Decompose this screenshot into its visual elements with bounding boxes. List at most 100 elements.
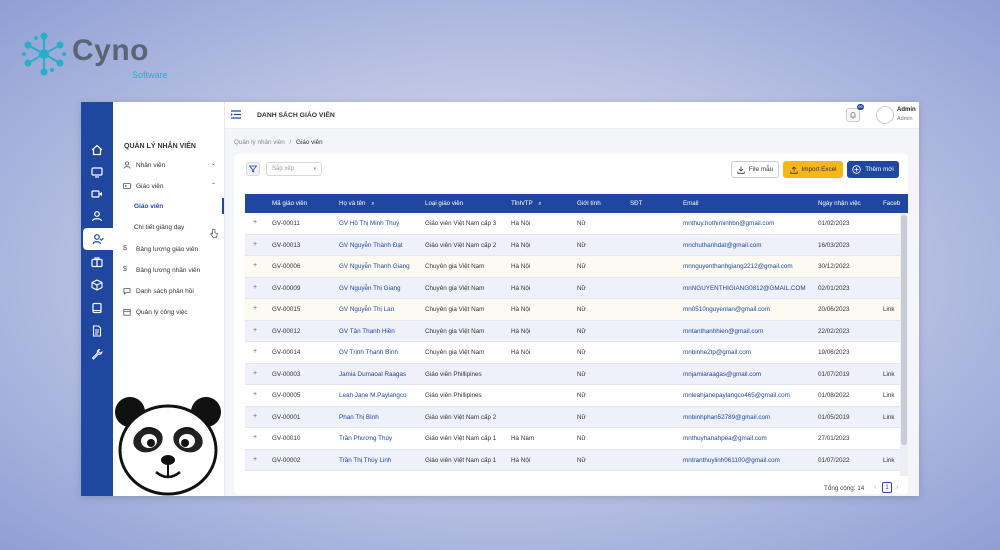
col-header-email[interactable]: Email	[683, 200, 698, 207]
cell-name[interactable]: GV Tân Thanh Hiền	[339, 328, 395, 335]
table-row[interactable]: + GV-00015 GV Nguyễn Thị Lan Chuyên gia Việ…	[245, 299, 908, 321]
col-header-name[interactable]: Họ và tên ⌕	[339, 200, 375, 208]
avatar[interactable]	[876, 106, 894, 124]
sort-select[interactable]: Sắp xếp ▾	[266, 162, 322, 176]
user-icon[interactable]	[87, 206, 107, 226]
breadcrumb-parent[interactable]: Quản lý nhân viên	[234, 139, 285, 146]
sidebar-subitem-giao-vien[interactable]: Giáo viên	[134, 203, 163, 210]
cell-name[interactable]: Jamia Dumaoal Raagas	[339, 371, 406, 378]
table-row[interactable]: + GV-00011 GV Hồ Thị Minh Thuý Giáo viên Vi…	[245, 213, 908, 235]
expand-row-icon[interactable]: +	[253, 348, 257, 355]
expand-row-icon[interactable]: +	[253, 327, 257, 334]
cell-email[interactable]: mnthuyhanahpea@gmail.com	[683, 435, 767, 442]
col-header-start-date[interactable]: Ngày nhận việc	[818, 200, 861, 207]
expand-row-icon[interactable]: +	[253, 370, 257, 377]
cell-name[interactable]: Phan Thị Bình	[339, 414, 379, 421]
cell-email[interactable]: mnchuthanhdat@gmail.com	[683, 242, 762, 249]
table-row[interactable]: + GV-00003 Jamia Dumaoal Raagas Giáo viên P…	[245, 363, 908, 385]
col-header-type[interactable]: Loại giáo viên	[425, 200, 463, 207]
cell-email[interactable]: mnjamiaraagas@gmail.com	[683, 371, 761, 378]
cell-name[interactable]: GV Hồ Thị Minh Thuý	[339, 220, 399, 227]
sidebar-item-quan-ly-cong-viec[interactable]: Quản lý công việc	[123, 308, 188, 316]
cell-fb[interactable]: Link	[883, 306, 895, 313]
chevron-up-icon[interactable]: ⌃	[211, 182, 216, 189]
expand-row-icon[interactable]: +	[253, 434, 257, 441]
expand-row-icon[interactable]: +	[253, 391, 257, 398]
cell-email[interactable]: mnthuy.hothiminhbn@gmail.com	[683, 220, 774, 227]
filter-button[interactable]	[246, 162, 260, 176]
col-header-phone[interactable]: SĐT	[630, 200, 642, 207]
wrench-icon[interactable]	[87, 344, 107, 364]
sidebar-item-nhan-vien[interactable]: Nhân viên	[123, 161, 223, 169]
col-header-facebook[interactable]: Faceb	[883, 200, 900, 207]
table-row[interactable]: + GV-00002 Trần Thị Thùy Linh Giáo viên Việ…	[245, 449, 908, 471]
chevron-down-icon[interactable]: ⌄	[211, 160, 216, 167]
cell-code: GV-00001	[272, 413, 301, 421]
vertical-scrollbar[interactable]	[900, 213, 908, 476]
expand-row-icon[interactable]: +	[253, 413, 257, 420]
cell-name[interactable]: GV Nguyễn Thị Giang	[339, 285, 401, 292]
notification-button[interactable]	[846, 108, 860, 122]
table-row[interactable]: + GV-00012 GV Tân Thanh Hiền Chuyên gia Việ…	[245, 320, 908, 342]
book-icon[interactable]	[87, 298, 107, 318]
cell-fb[interactable]: Link	[883, 392, 895, 399]
cell-email[interactable]: mntanthanhhien@gmail.com	[683, 328, 763, 335]
table-row[interactable]: + GV-00013 GV Nguyễn Thành Đạt Giáo viên Vi…	[245, 234, 908, 256]
monitor-icon[interactable]	[87, 162, 107, 182]
file-template-button[interactable]: File mẫu	[731, 161, 779, 178]
cell-name[interactable]: Leah Jane M.Paylangco	[339, 392, 407, 399]
briefcase-icon[interactable]	[87, 252, 107, 272]
table-row[interactable]: + GV-00001 Phan Thị Bình Giáo viên Việt Nam…	[245, 406, 908, 428]
add-new-button[interactable]: Thêm mới	[847, 161, 899, 178]
expand-row-icon[interactable]: +	[253, 241, 257, 248]
sidebar-item-danh-sach-phan-hoi[interactable]: Danh sách phản hồi	[123, 287, 194, 295]
prev-page-button[interactable]: ‹	[874, 484, 876, 491]
cell-name[interactable]: GV Nguyễn Thanh Giang	[339, 263, 410, 270]
cell-fb[interactable]: Link	[883, 414, 895, 421]
sidebar-subitem-chi-tiet-giang-day[interactable]: Chi tiết giảng dạy	[134, 224, 184, 231]
table-row[interactable]: + GV-00005 Leah Jane M.Paylangco Giáo viên …	[245, 385, 908, 407]
table-row[interactable]: + GV-00014 GV Trịnh Thanh Bình Chuyên gia V…	[245, 342, 908, 364]
expand-row-icon[interactable]: +	[253, 305, 257, 312]
table-row[interactable]: + GV-00010 Trần Phương Thúy Giáo viên Việt …	[245, 428, 908, 450]
scrollbar-thumb[interactable]	[901, 215, 907, 445]
box-icon[interactable]	[87, 275, 107, 295]
col-header-code[interactable]: Mã giáo viên	[272, 200, 307, 207]
col-header-gender[interactable]: Giới tính	[577, 200, 601, 207]
cell-name[interactable]: GV Trịnh Thanh Bình	[339, 349, 398, 356]
cell-fb[interactable]: Link	[883, 371, 895, 378]
cell-email[interactable]: mnNGUYENTHIGIANG0812@GMAIL.COM	[683, 285, 806, 292]
expand-row-icon[interactable]: +	[253, 262, 257, 269]
document-icon[interactable]	[87, 321, 107, 341]
col-header-city[interactable]: Tỉnh/TP ⌕	[511, 200, 542, 208]
cell-email[interactable]: mnnguyenthanhgiang2212@gmail.com	[683, 263, 793, 270]
cell-name[interactable]: Trần Thị Thùy Linh	[339, 457, 391, 464]
page-number-button[interactable]: 1	[882, 482, 892, 493]
sidebar-item-bang-luong-giao-vien[interactable]: $ Bảng lương giáo viên	[123, 245, 198, 253]
cell-gender: Nữ	[577, 456, 586, 464]
table-row[interactable]: + GV-00009 GV Nguyễn Thị Giang Chuyên gia V…	[245, 277, 908, 299]
expand-row-icon[interactable]: +	[253, 219, 257, 226]
table-row[interactable]: + GV-00006 GV Nguyễn Thanh Giang Chuyên gia…	[245, 256, 908, 278]
expand-row-icon[interactable]: +	[253, 284, 257, 291]
import-excel-button[interactable]: Import Excel	[783, 161, 843, 178]
search-icon[interactable]: ⌕	[538, 200, 541, 207]
menu-toggle-icon[interactable]	[231, 110, 241, 119]
sidebar-item-giao-vien[interactable]: Giáo viên	[123, 182, 163, 190]
cell-email[interactable]: mnbinhphan52789@gmail.com	[683, 414, 770, 421]
cell-name[interactable]: Trần Phương Thúy	[339, 435, 392, 442]
cell-email[interactable]: mnbinhe2tp@gmail.com	[683, 349, 751, 356]
expand-row-icon[interactable]: +	[253, 456, 257, 463]
cell-email[interactable]: mntranthuylinh061100@gmail.com	[683, 457, 780, 464]
search-icon[interactable]: ⌕	[371, 200, 374, 207]
cell-email[interactable]: mn0510nguyenlan@gmail.com	[683, 306, 770, 313]
cell-email[interactable]: mnleahjanepaylangco465@gmail.com	[683, 392, 790, 399]
cell-name[interactable]: GV Nguyễn Thị Lan	[339, 306, 394, 313]
cell-name[interactable]: GV Nguyễn Thành Đạt	[339, 242, 403, 249]
video-icon[interactable]	[87, 184, 107, 204]
user-check-icon[interactable]	[83, 228, 113, 250]
home-icon[interactable]	[87, 140, 107, 160]
cell-fb[interactable]: Link	[883, 457, 895, 464]
next-page-button[interactable]: ›	[896, 484, 898, 491]
sidebar-item-bang-luong-nhan-vien[interactable]: $ Bảng lương nhân viên	[123, 266, 200, 274]
